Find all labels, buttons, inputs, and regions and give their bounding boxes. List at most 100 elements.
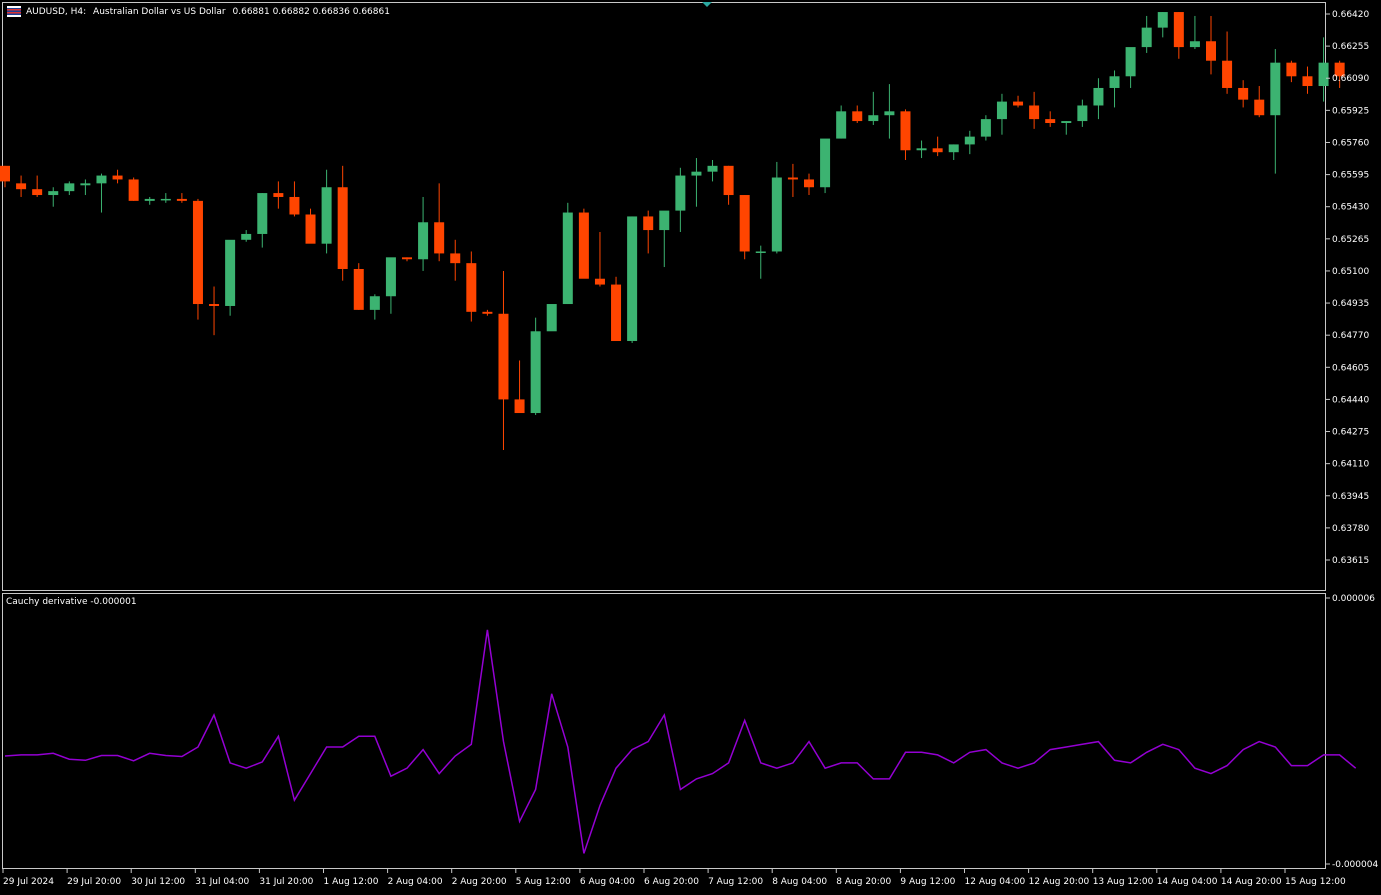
indicator-axis: 0.000006 -0.000004	[1326, 594, 1378, 870]
candle-body	[1206, 41, 1216, 61]
candle-body	[257, 193, 268, 234]
candle-body	[1173, 12, 1184, 48]
price-tick-label: 0.65925	[1332, 106, 1369, 116]
price-tick-label: 0.63780	[1332, 524, 1369, 534]
candle-body	[482, 311, 493, 314]
candle-body	[980, 119, 991, 137]
candle-body	[64, 183, 75, 192]
price-tick-label: 0.64275	[1332, 428, 1369, 438]
candle-body	[1045, 119, 1056, 124]
candle-body	[1189, 41, 1200, 48]
candle-body	[948, 144, 959, 153]
time-tick-label: 9 Aug 12:00	[900, 877, 955, 887]
price-tick-label: 0.65100	[1332, 267, 1369, 277]
candle-body	[160, 198, 171, 201]
candle-body	[305, 214, 316, 244]
candle-body	[900, 111, 911, 151]
candle-body	[1318, 62, 1329, 87]
price-tick-label: 0.65430	[1332, 203, 1369, 213]
candle-body	[209, 304, 220, 306]
time-tick-label: 30 Jul 12:00	[131, 877, 185, 887]
candle-body	[707, 165, 718, 172]
candle-body	[964, 136, 975, 145]
candle-body	[241, 233, 252, 240]
candle-body	[562, 212, 573, 305]
candle-body	[402, 257, 412, 260]
candle-body	[836, 111, 847, 139]
candle-body	[1029, 105, 1040, 120]
candle-body	[434, 222, 445, 254]
candle-body	[916, 148, 927, 151]
candle-body	[627, 216, 638, 342]
candle-body	[868, 115, 879, 122]
time-tick-label: 1 Aug 12:00	[324, 877, 379, 887]
candle-body	[1270, 62, 1281, 116]
candle-body	[723, 165, 734, 196]
indicator-pane-frame	[2, 593, 1326, 869]
candle-body	[1093, 87, 1104, 106]
candle-body	[739, 195, 750, 252]
candle-body	[787, 177, 798, 180]
candle-body	[273, 193, 284, 197]
shift-marker-icon[interactable]	[702, 2, 712, 7]
time-tick-label: 8 Aug 04:00	[772, 877, 827, 887]
symbol-label: AUDUSD, H4:	[26, 7, 87, 17]
candle-body	[611, 284, 622, 342]
time-tick-label: 2 Aug 20:00	[452, 877, 507, 887]
candle-body	[755, 251, 766, 253]
flag-icon	[7, 6, 21, 17]
candle-body	[289, 196, 300, 215]
candle-body	[353, 268, 364, 310]
candle-body	[804, 179, 814, 188]
symbol-description: Australian Dollar vs US Dollar	[93, 7, 226, 17]
time-tick-label: 15 Aug 12:00	[1285, 877, 1346, 887]
candle-body	[530, 331, 541, 414]
candle-body	[225, 239, 236, 306]
time-tick-label: 29 Jul 2024	[3, 877, 54, 887]
candle-body	[594, 278, 605, 285]
price-tick-label: 0.63615	[1332, 556, 1369, 566]
candle-body	[1125, 47, 1136, 77]
candle-body	[96, 175, 107, 184]
candle-body	[1013, 101, 1024, 106]
candle-body	[546, 304, 557, 332]
price-tick-label: 0.64440	[1332, 395, 1369, 405]
candle-body	[498, 313, 509, 400]
candle-body	[820, 138, 831, 188]
candle-body	[996, 101, 1007, 120]
candle-body	[176, 198, 187, 201]
candle-body	[128, 179, 139, 201]
indicator-line	[4, 629, 1357, 854]
candle-body	[1157, 12, 1168, 28]
time-tick-label: 12 Aug 04:00	[965, 877, 1026, 887]
time-tick-label: 31 Jul 20:00	[259, 877, 313, 887]
time-tick-label: 6 Aug 20:00	[644, 877, 699, 887]
indicator-tick-label: 0.000006	[1332, 594, 1375, 604]
candle-body	[771, 177, 782, 252]
candle-body	[1254, 99, 1265, 116]
time-tick-label: 2 Aug 04:00	[388, 877, 443, 887]
time-tick-label: 29 Jul 20:00	[67, 877, 121, 887]
candle-body	[1222, 60, 1233, 88]
candle-body	[514, 399, 525, 414]
candles-group	[0, 12, 1345, 451]
candle-body	[144, 198, 155, 201]
candle-body	[852, 111, 863, 122]
candle-body	[385, 257, 396, 297]
candle-body	[192, 200, 203, 305]
indicator-tick-label: -0.000004	[1332, 860, 1378, 870]
candle-body	[112, 175, 123, 180]
candle-body	[0, 165, 10, 182]
ohlc-values: 0.66881 0.66882 0.66836 0.66861	[232, 7, 390, 17]
price-tick-label: 0.65760	[1332, 138, 1369, 148]
candle-body	[1077, 105, 1088, 122]
candle-body	[1061, 121, 1072, 124]
candle-body	[643, 216, 654, 231]
time-tick-label: 6 Aug 04:00	[580, 877, 635, 887]
time-tick-label: 12 Aug 20:00	[1029, 877, 1090, 887]
candle-body	[321, 187, 332, 244]
price-tick-label: 0.64110	[1332, 460, 1369, 470]
symbol-header: AUDUSD, H4: Australian Dollar vs US Doll…	[26, 7, 394, 17]
time-tick-label: 14 Aug 04:00	[1157, 877, 1218, 887]
candle-body	[659, 210, 670, 231]
